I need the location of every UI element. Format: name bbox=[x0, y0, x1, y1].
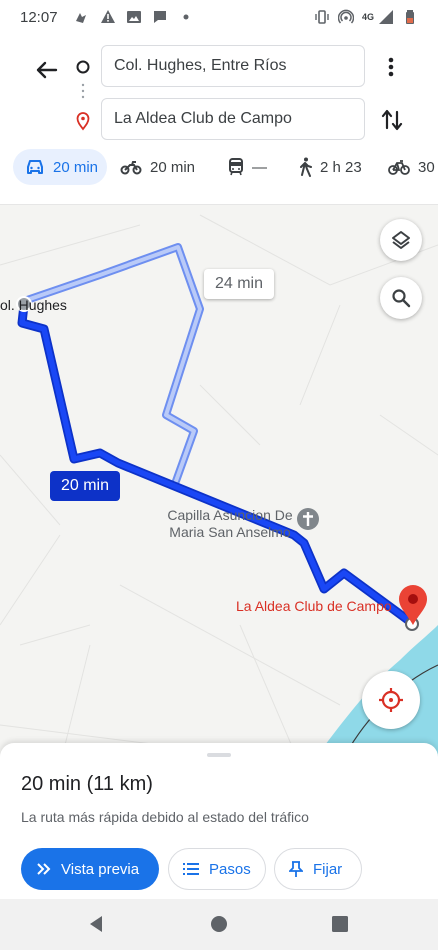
vibrate-icon bbox=[315, 10, 329, 24]
route-subtitle: La ruta más rápida debido al estado del … bbox=[21, 809, 309, 825]
list-icon bbox=[183, 863, 199, 875]
search-icon bbox=[392, 289, 411, 308]
steps-button[interactable]: Pasos bbox=[168, 848, 266, 890]
signal-icon bbox=[379, 10, 393, 24]
more-vert-icon[interactable] bbox=[380, 54, 402, 80]
motorcycle-icon bbox=[120, 161, 142, 175]
chat-icon bbox=[153, 11, 166, 23]
bike-icon bbox=[388, 160, 410, 175]
church-icon[interactable] bbox=[296, 507, 320, 531]
mode-walk[interactable]: 2 h 23 bbox=[298, 149, 362, 185]
nav-home-icon[interactable] bbox=[209, 914, 229, 934]
mode-car[interactable]: 20 min bbox=[13, 149, 107, 185]
nav-recents-icon[interactable] bbox=[330, 914, 350, 934]
alt-route-time: 24 min bbox=[214, 275, 264, 292]
layers-icon bbox=[392, 231, 410, 249]
directions-panel: Col. Hughes, Entre Ríos La Aldea Club de… bbox=[0, 34, 438, 204]
car-icon bbox=[27, 160, 43, 174]
destination-text: La Aldea Club de Campo bbox=[114, 110, 292, 127]
mode-car-label: 20 min bbox=[53, 158, 99, 176]
destination-pin-icon[interactable] bbox=[397, 584, 429, 626]
search-map-button[interactable] bbox=[380, 277, 422, 319]
pin-button[interactable]: Fijar bbox=[274, 848, 362, 890]
destination-field[interactable]: La Aldea Club de Campo bbox=[101, 98, 365, 140]
preview-button-label: Vista previa bbox=[61, 860, 140, 878]
mode-walk-label: 2 h 23 bbox=[320, 158, 362, 176]
dot-icon bbox=[183, 14, 189, 20]
preview-button[interactable]: Vista previa bbox=[21, 848, 159, 890]
warning-icon bbox=[100, 10, 115, 23]
transit-icon bbox=[229, 158, 243, 176]
layers-button[interactable] bbox=[380, 219, 422, 261]
system-nav-bar bbox=[0, 899, 438, 950]
status-time: 12:07 bbox=[20, 8, 58, 26]
battery-icon bbox=[406, 10, 414, 24]
swap-vert-icon[interactable] bbox=[378, 106, 406, 134]
main-route-time: 20 min bbox=[60, 477, 110, 494]
cast-icon bbox=[75, 13, 86, 23]
pin-icon bbox=[289, 861, 303, 877]
origin-field[interactable]: Col. Hughes, Entre Ríos bbox=[101, 45, 365, 87]
status-bar: 12:07 4G bbox=[0, 0, 438, 34]
mode-bike-label: 30 bbox=[418, 158, 435, 176]
route-summary: 20 min (11 km) bbox=[21, 773, 153, 795]
steps-button-label: Pasos bbox=[209, 860, 251, 878]
double-chevron-icon bbox=[37, 863, 51, 875]
pin-button-label: Fijar bbox=[313, 860, 343, 878]
map-view[interactable]: ol. Hughes 24 min 20 min Capilla Asuncio… bbox=[0, 204, 438, 764]
poi-chapel-label[interactable]: Capilla Asuncion De Maria San Anselmo bbox=[160, 507, 300, 541]
travel-modes: 20 min 20 min — 2 h 23 30 bbox=[0, 149, 438, 189]
gps-target-icon bbox=[379, 688, 403, 712]
sheet-drag-handle[interactable] bbox=[207, 753, 231, 757]
mode-bike[interactable]: 30 bbox=[388, 149, 435, 185]
image-icon bbox=[126, 11, 141, 23]
route-summary-sheet[interactable]: 20 min (11 km) La ruta más rápida debido… bbox=[0, 743, 438, 899]
main-route-time-chip[interactable]: 20 min bbox=[50, 471, 120, 501]
back-arrow-icon[interactable] bbox=[32, 56, 60, 84]
recenter-button[interactable] bbox=[362, 671, 420, 729]
mode-motorcycle[interactable]: 20 min bbox=[120, 149, 195, 185]
mode-transit-label: — bbox=[252, 158, 267, 176]
alt-route-time-chip[interactable]: 24 min bbox=[204, 269, 274, 299]
walk-icon bbox=[300, 157, 312, 177]
origin-text: Col. Hughes, Entre Ríos bbox=[114, 57, 287, 74]
network-label: 4G bbox=[361, 12, 374, 22]
mode-transit[interactable]: — bbox=[228, 149, 267, 185]
nav-back-icon[interactable] bbox=[87, 914, 107, 934]
destination-map-label: La Aldea Club de Campo bbox=[236, 598, 392, 614]
origin-map-label: ol. Hughes bbox=[0, 297, 67, 313]
hotspot-icon bbox=[337, 9, 354, 24]
mode-motorcycle-label: 20 min bbox=[150, 158, 196, 176]
